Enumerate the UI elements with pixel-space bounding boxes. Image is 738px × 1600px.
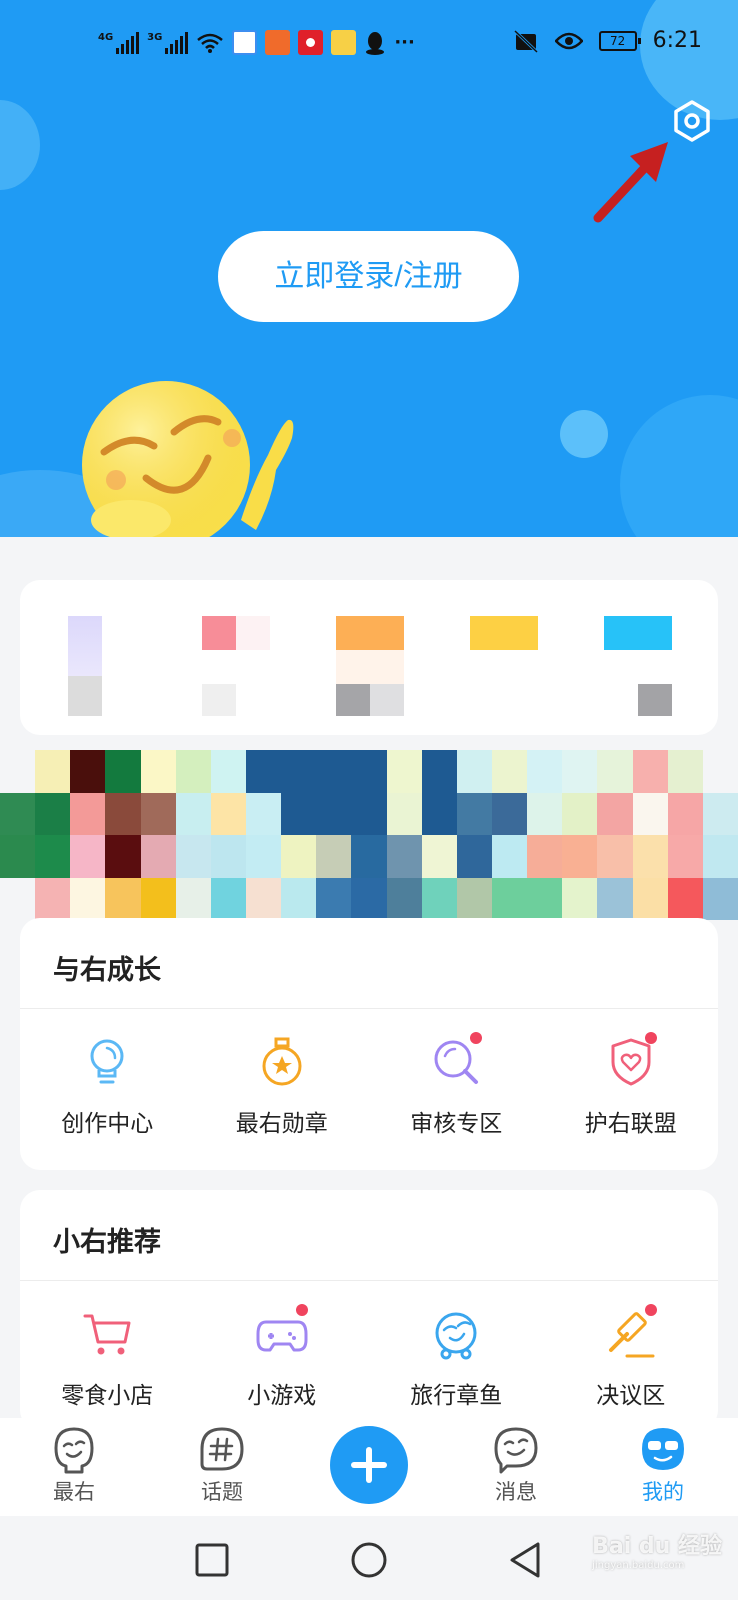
tile-label: 旅行章鱼 (410, 1383, 503, 1409)
resolution-zone-entry[interactable]: 决议区 (544, 1304, 719, 1410)
tile-label: 创作中心 (61, 1111, 154, 1137)
pixelated-block (336, 616, 404, 650)
tile-label: 审核专区 (410, 1111, 503, 1137)
back-icon[interactable] (506, 1540, 546, 1580)
recents-icon[interactable] (192, 1540, 232, 1580)
nav-messages[interactable]: 消息 (471, 1426, 561, 1506)
pixelated-block (68, 616, 102, 716)
no-sim-icon (513, 29, 538, 53)
home-icon[interactable] (349, 1540, 389, 1580)
qq-icon (366, 31, 385, 55)
pixelated-block (202, 684, 236, 716)
message-face-icon (494, 1427, 538, 1474)
login-register-button[interactable]: 立即登录/注册 (218, 231, 519, 322)
tile-label: 最右勋章 (235, 1111, 328, 1137)
nav-label: 话题 (201, 1480, 243, 1504)
pixelated-block (202, 616, 270, 650)
profile-face-icon (642, 1428, 684, 1470)
signal-icon: 4G (98, 31, 140, 54)
nav-topics[interactable]: 话题 (177, 1426, 267, 1506)
pixelated-banner (0, 750, 738, 920)
face-icon (54, 1427, 94, 1474)
watermark-url: jingyan.baidu.com (592, 1560, 685, 1571)
decor-blob (620, 395, 738, 537)
decor-blob (560, 410, 608, 458)
nav-label: 消息 (495, 1480, 537, 1504)
tile-label: 决议区 (596, 1383, 666, 1409)
nav-home[interactable]: 最右 (29, 1426, 119, 1506)
watermark-brand: Bai du 经验 (592, 1534, 722, 1559)
battery-icon: 72 (598, 30, 641, 51)
growth-section: 与右成长 创作中心 最右勋章 审核专区 护右联盟 (20, 918, 718, 1170)
tile-label: 小游戏 (247, 1383, 317, 1409)
red-dot-badge (644, 1032, 657, 1044)
clock: 6:21 (652, 28, 702, 53)
network-type: 4G (98, 31, 114, 43)
cart-icon (83, 1314, 131, 1355)
plus-icon (351, 1447, 387, 1483)
publish-button[interactable] (330, 1426, 408, 1504)
snack-shop-entry[interactable]: 零食小店 (20, 1306, 195, 1410)
tile-label: 护右联盟 (584, 1111, 677, 1137)
decor-blob (0, 100, 40, 190)
pixelated-block (604, 616, 672, 650)
hashtag-icon (200, 1427, 244, 1471)
stats-card (20, 580, 718, 735)
divider (20, 1008, 718, 1009)
review-zone-entry[interactable]: 审核专区 (369, 1032, 544, 1138)
nav-mine[interactable]: 我的 (618, 1426, 708, 1506)
status-bar: 4G 3G ··· 72 6:21 (0, 24, 738, 68)
annotation-arrow-icon (593, 142, 668, 223)
network-type: 3G (147, 31, 163, 43)
signal-icon: 3G (147, 31, 189, 54)
bottom-nav: 最右 话题 消息 我的 (0, 1418, 738, 1516)
guardian-alliance-entry[interactable]: 护右联盟 (544, 1032, 719, 1138)
profile-header: 4G 3G ··· 72 6:21 立即登录/注册 (0, 0, 738, 537)
octopus-icon (435, 1312, 477, 1360)
eye-icon (554, 32, 583, 49)
tile-label: 零食小店 (61, 1383, 154, 1409)
divider (20, 1280, 718, 1281)
red-dot-badge (644, 1304, 657, 1316)
medal-icon (262, 1037, 302, 1086)
section-title: 与右成长 (53, 955, 161, 986)
pixelated-block (336, 684, 404, 716)
app-notification-icon (331, 30, 357, 55)
app-notification-icon (232, 30, 258, 55)
app-notification-icon (298, 30, 324, 55)
mini-games-entry[interactable]: 小游戏 (195, 1304, 370, 1410)
more-notifications: ··· (394, 32, 415, 53)
pixelated-block (336, 650, 404, 684)
nav-label: 最右 (53, 1480, 95, 1504)
battery-level: 72 (609, 33, 626, 48)
pixelated-block (470, 616, 538, 650)
mascot-emoji-icon (82, 381, 294, 537)
medal-entry[interactable]: 最右勋章 (195, 1034, 370, 1138)
section-title: 小右推荐 (53, 1227, 161, 1258)
recommend-section: 小右推荐 零食小店 小游戏 旅行章鱼 决议区 (20, 1190, 718, 1430)
app-notification-icon (265, 30, 291, 55)
nav-label: 我的 (642, 1480, 684, 1504)
wifi-icon (197, 33, 224, 53)
red-dot-badge (295, 1304, 308, 1316)
baidu-watermark: Bai du 经验 jingyan.baidu.com (592, 1528, 722, 1571)
pixelated-block (638, 684, 672, 716)
creator-center-entry[interactable]: 创作中心 (20, 1034, 195, 1138)
lightbulb-icon (90, 1039, 124, 1084)
travel-octopus-entry[interactable]: 旅行章鱼 (369, 1306, 544, 1410)
